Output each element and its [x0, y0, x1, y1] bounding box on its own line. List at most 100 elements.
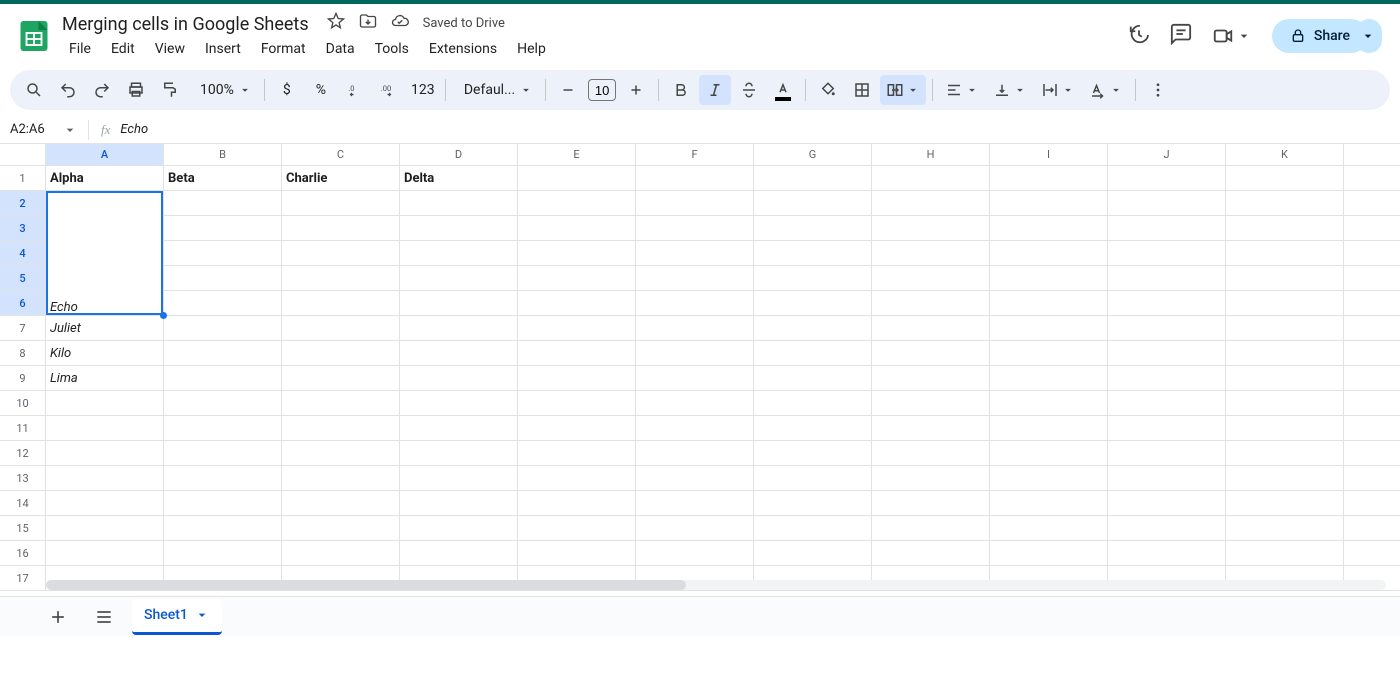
cell[interactable] — [282, 441, 400, 466]
comments-icon[interactable] — [1170, 23, 1192, 49]
cell[interactable] — [282, 366, 400, 391]
row-header-3[interactable]: 3 — [0, 216, 46, 241]
col-header-h[interactable]: H — [872, 144, 990, 166]
cell[interactable] — [754, 541, 872, 566]
cell[interactable] — [518, 166, 636, 191]
cell[interactable] — [1226, 541, 1344, 566]
cloud-saved-icon[interactable] — [391, 12, 409, 34]
cell[interactable] — [1344, 366, 1400, 391]
cell[interactable] — [1226, 491, 1344, 516]
menu-edit[interactable]: Edit — [102, 37, 144, 61]
cell[interactable] — [636, 291, 754, 316]
cell[interactable] — [636, 341, 754, 366]
cell[interactable] — [754, 266, 872, 291]
cell[interactable] — [46, 541, 164, 566]
row-header-5[interactable]: 5 — [0, 266, 46, 291]
cell[interactable] — [872, 391, 990, 416]
menu-file[interactable]: File — [60, 37, 100, 61]
cell-a9[interactable]: Lima — [46, 366, 164, 391]
cell[interactable] — [164, 391, 282, 416]
cell[interactable] — [872, 316, 990, 341]
increase-font-button[interactable] — [620, 75, 652, 105]
text-color-button[interactable] — [767, 75, 799, 105]
cell[interactable] — [754, 216, 872, 241]
col-header-l[interactable]: L — [1344, 144, 1400, 166]
cell[interactable] — [872, 541, 990, 566]
col-header-e[interactable]: E — [518, 144, 636, 166]
redo-icon[interactable] — [86, 75, 118, 105]
col-header-a[interactable]: A — [46, 144, 164, 166]
cell[interactable] — [1226, 466, 1344, 491]
cell[interactable] — [1344, 291, 1400, 316]
cell[interactable] — [164, 341, 282, 366]
cell[interactable] — [872, 241, 990, 266]
cell[interactable] — [990, 291, 1108, 316]
cell[interactable] — [872, 191, 990, 216]
col-header-k[interactable]: K — [1226, 144, 1344, 166]
cell[interactable] — [636, 191, 754, 216]
cell[interactable] — [164, 491, 282, 516]
cell[interactable] — [46, 391, 164, 416]
cell[interactable] — [282, 341, 400, 366]
horizontal-scrollbar[interactable] — [46, 580, 1386, 590]
vertical-align-button[interactable] — [987, 75, 1033, 105]
menu-format[interactable]: Format — [252, 37, 315, 61]
cell[interactable] — [872, 341, 990, 366]
cell[interactable] — [282, 241, 400, 266]
cell[interactable] — [400, 541, 518, 566]
cell[interactable] — [1344, 316, 1400, 341]
cell[interactable] — [164, 366, 282, 391]
cell[interactable] — [872, 516, 990, 541]
cell[interactable] — [1344, 441, 1400, 466]
cell[interactable] — [164, 191, 282, 216]
cell[interactable] — [518, 441, 636, 466]
cell[interactable] — [636, 541, 754, 566]
cell[interactable] — [990, 241, 1108, 266]
cell[interactable] — [1108, 466, 1226, 491]
cell[interactable] — [1344, 241, 1400, 266]
col-header-d[interactable]: D — [400, 144, 518, 166]
cell[interactable] — [1226, 191, 1344, 216]
cell[interactable] — [400, 241, 518, 266]
cell[interactable] — [1108, 266, 1226, 291]
cell[interactable] — [400, 466, 518, 491]
cell[interactable] — [518, 366, 636, 391]
cell[interactable] — [1226, 291, 1344, 316]
cell[interactable] — [164, 416, 282, 441]
cell[interactable] — [636, 491, 754, 516]
zoom-dropdown[interactable]: 100% — [188, 75, 258, 105]
add-sheet-button[interactable] — [40, 599, 76, 635]
cell[interactable] — [636, 391, 754, 416]
text-wrap-button[interactable] — [1035, 75, 1081, 105]
italic-button[interactable] — [699, 75, 731, 105]
cell[interactable] — [400, 416, 518, 441]
cell[interactable] — [636, 416, 754, 441]
row-header-6[interactable]: 6 — [0, 291, 46, 316]
cell[interactable] — [990, 366, 1108, 391]
cell[interactable] — [282, 466, 400, 491]
cell[interactable] — [518, 316, 636, 341]
cell[interactable] — [872, 416, 990, 441]
row-header-8[interactable]: 8 — [0, 341, 46, 366]
cell[interactable] — [164, 266, 282, 291]
percent-format-button[interactable]: % — [305, 75, 337, 105]
cell[interactable] — [1344, 216, 1400, 241]
row-header-4[interactable]: 4 — [0, 241, 46, 266]
spreadsheet-grid[interactable]: A B C D E F G H I J K L 1 Alpha Beta Cha… — [0, 144, 1400, 596]
col-header-c[interactable]: C — [282, 144, 400, 166]
menu-tools[interactable]: Tools — [366, 37, 418, 61]
cell[interactable] — [754, 416, 872, 441]
cell[interactable] — [872, 216, 990, 241]
cell[interactable] — [1226, 241, 1344, 266]
col-header-j[interactable]: J — [1108, 144, 1226, 166]
cell[interactable] — [990, 516, 1108, 541]
scrollbar-thumb[interactable] — [46, 580, 686, 590]
cell[interactable] — [754, 316, 872, 341]
cell[interactable] — [1108, 191, 1226, 216]
cell[interactable] — [400, 441, 518, 466]
cell[interactable] — [518, 516, 636, 541]
cell[interactable] — [1344, 266, 1400, 291]
row-header-14[interactable]: 14 — [0, 491, 46, 516]
cell[interactable] — [46, 516, 164, 541]
row-header-2[interactable]: 2 — [0, 191, 46, 216]
